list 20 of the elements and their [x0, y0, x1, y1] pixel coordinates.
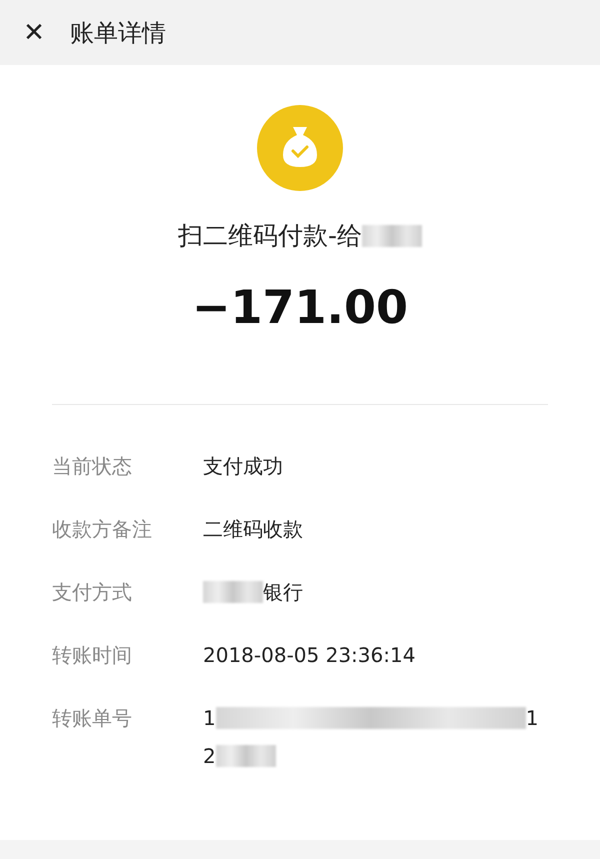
- payment-title-text: 扫二维码付款-给: [178, 220, 362, 252]
- close-button[interactable]: ✕: [20, 20, 48, 46]
- detail-label: 转账时间: [52, 642, 133, 668]
- detail-value-text: 支付成功: [203, 452, 283, 478]
- detail-label: 支付方式: [52, 578, 133, 604]
- money-bag-check-icon: [257, 105, 343, 191]
- redacted-mark: [203, 580, 263, 602]
- amount: −171.00: [192, 278, 408, 336]
- detail-label: 转账单号: [52, 704, 133, 730]
- detail-value-text: 2: [203, 742, 216, 768]
- detail-value-text: 1: [526, 704, 538, 730]
- detail-label: 当前状态: [52, 452, 133, 478]
- detail-value-text: 1: [203, 704, 216, 730]
- redacted-mark: [362, 224, 422, 247]
- detail-value-text: 银行: [263, 578, 303, 604]
- detail-value-text: 2018-08-05 23:36:14: [203, 642, 416, 668]
- page-title: 账单详情: [70, 18, 166, 48]
- redacted-mark: [216, 744, 276, 766]
- detail-label: 收款方备注: [52, 516, 153, 542]
- detail-value-text: 二维码收款: [203, 516, 303, 542]
